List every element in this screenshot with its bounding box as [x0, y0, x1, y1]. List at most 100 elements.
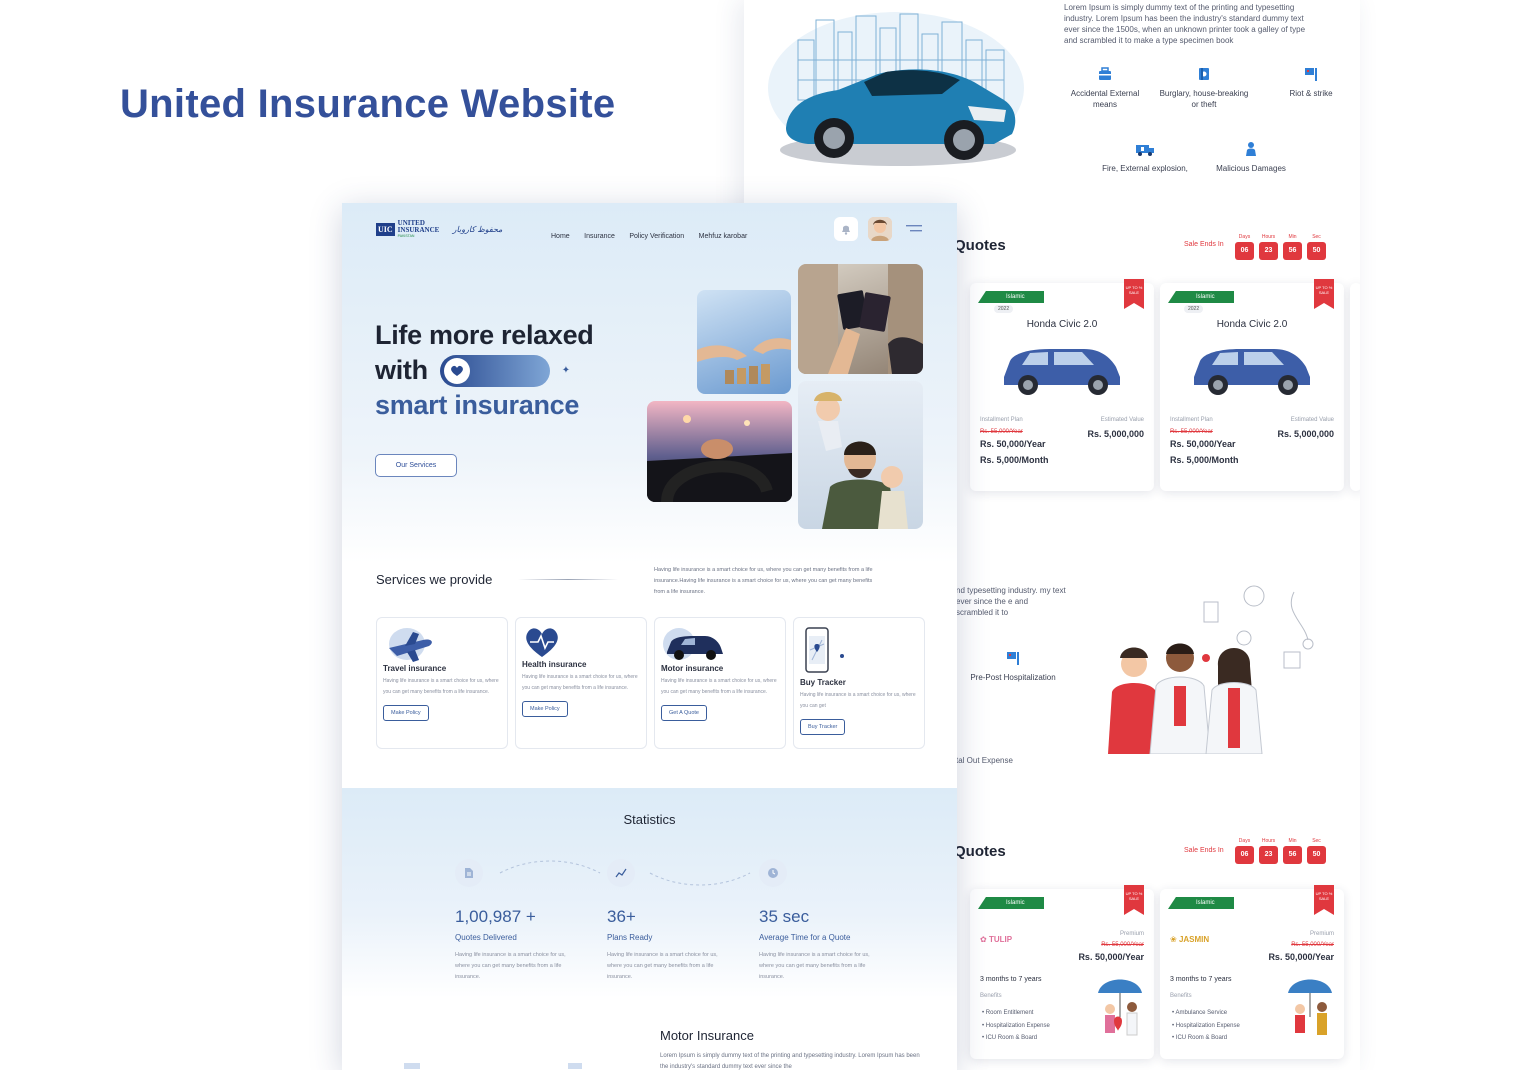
coverage-malicious: Malicious Damages [1206, 141, 1296, 174]
heart-badge [443, 357, 470, 384]
old-price: Rs. 55,000/Year [1101, 942, 1144, 948]
sale-countdown: Days 06 Hours 23 Min 56 Sec 50 [1235, 838, 1326, 864]
suv-car-icon [1194, 349, 1310, 395]
benefits-label: Benefits [980, 993, 1002, 999]
sale-ribbon: UP TO % SALE [1314, 279, 1334, 309]
service-card-motor[interactable]: Motor insurance Having life insurance is… [654, 617, 786, 749]
outpatient-label: tal Out Expense [956, 756, 1013, 765]
islamic-tag: Islamic [1168, 291, 1234, 303]
safe-icon [1199, 68, 1209, 80]
make-policy-button[interactable]: Make Policy [522, 701, 568, 717]
clock-icon [759, 859, 787, 887]
heart-icon [450, 365, 463, 376]
benefit-item: • ICU Room & Board [982, 1035, 1038, 1041]
estimated-value: Rs. 5,000,000 [1087, 429, 1144, 439]
premium-label: Premium [1309, 931, 1334, 937]
nav-insurance[interactable]: Insurance [584, 233, 615, 240]
father-children-image [814, 392, 908, 529]
urdu-logo-text: محفوظ کاروبار [452, 224, 503, 234]
premium-price: Rs. 50,000/Year [1078, 952, 1144, 962]
price-month: Rs. 5,000/Month [980, 455, 1049, 465]
hero-heading: Life more relaxed with ✦ smart insurance [375, 318, 594, 423]
coverage-label: Accidental External means [1070, 89, 1140, 109]
person-icon [1246, 142, 1256, 156]
family-photo [798, 381, 923, 529]
coverage-label: Riot & strike [1289, 89, 1333, 98]
tulip-logo: ✿ TULIP [980, 935, 1013, 944]
nav-home[interactable]: Home [551, 233, 570, 240]
hamburger-menu-icon[interactable] [906, 224, 922, 234]
make-policy-button[interactable]: Make Policy [383, 705, 429, 721]
sale-ribbon: UP TO % SALE [1124, 885, 1144, 915]
phone-map-icon [805, 627, 844, 673]
benefits-label: Benefits [1170, 993, 1192, 999]
estimated-value: Rs. 5,000,000 [1277, 429, 1334, 439]
service-description: Having life insurance is a smart choice … [800, 692, 916, 709]
nav-policy-verification[interactable]: Policy Verification [629, 233, 684, 240]
nav-mehfuz-karobar[interactable]: Mehfuz karobar [699, 233, 748, 240]
countdown-seconds: Sec 50 [1307, 234, 1326, 260]
sale-ends-label: Sale Ends In [1184, 847, 1224, 854]
car-icon [663, 628, 723, 660]
showcase-title: United Insurance Website [120, 82, 616, 126]
airplane-icon [389, 628, 432, 662]
coverage-accidental: Accidental External means [1060, 66, 1150, 110]
countdown-minutes: Min 56 [1283, 234, 1302, 260]
stat-time: 35 sec Average Time for a Quote Having l… [759, 859, 871, 983]
price-year: Rs. 50,000/Year [980, 439, 1046, 449]
home-page: UIC UNITED INSURANCE PAKISTAN محفوظ کارو… [342, 203, 957, 1070]
premium-label: Premium [1119, 931, 1144, 937]
service-title: Health insurance [522, 660, 587, 669]
health-intro-text: nd typesetting industry. my text ever si… [956, 586, 1066, 617]
buy-tracker-button[interactable]: Buy Tracker [800, 719, 846, 735]
steering-wheel-image [647, 415, 792, 502]
service-card-tracker[interactable]: Buy Tracker Having life insurance is a s… [793, 617, 925, 749]
countdown-days: Days 06 [1235, 234, 1254, 260]
brand-logo[interactable]: UIC UNITED INSURANCE PAKISTAN محفوظ کارو… [376, 220, 502, 238]
health-quote-card[interactable]: Islamic UP TO % SALE ✿ TULIP Premium Rs.… [970, 885, 1154, 1059]
installment-label: Installment Plan [1170, 417, 1213, 423]
countdown-minutes: Min 56 [1283, 838, 1302, 864]
get-a-quote-button[interactable]: Get A Quote [661, 705, 707, 721]
old-price: Rs. 55,000/Year [980, 429, 1023, 435]
services-description: Having life insurance is a smart choice … [654, 567, 873, 595]
quotes-title: Quotes [954, 237, 1006, 254]
notification-button[interactable] [834, 217, 858, 241]
benefit-item: • Room Entitlement [982, 1010, 1034, 1016]
motor-insurance-title: Motor Insurance [660, 1028, 754, 1043]
stat-label: Plans Ready [607, 933, 653, 942]
benefit-item: • Ambulance Service [1172, 1010, 1228, 1016]
health-quote-card[interactable]: Islamic UP TO % SALE ❀ JASMIN Premium Rs… [1160, 885, 1344, 1059]
motor-icon-stub [568, 1063, 582, 1069]
car-quote-card[interactable]: Islamic 2022 UP TO % SALE Honda Civic 2.… [970, 279, 1154, 491]
islamic-tag: Islamic [978, 291, 1044, 303]
countdown-days: Days 06 [1235, 838, 1254, 864]
service-card-travel[interactable]: Travel insurance Having life insurance i… [376, 617, 508, 749]
premium-price: Rs. 50,000/Year [1268, 952, 1334, 962]
title-divider [518, 579, 618, 580]
statistics-title: Statistics [623, 812, 676, 827]
benefits-list: • Room Entitlement • Hospitalization Exp… [982, 1007, 1050, 1045]
passport-photo [798, 264, 923, 374]
model-year: 2022 [1184, 305, 1204, 313]
stat-plans: 36+ Plans Ready Having life insurance is… [607, 859, 719, 983]
stat-label: Quotes Delivered [455, 933, 517, 942]
old-price: Rs. 55,000/Year [1170, 429, 1213, 435]
countdown-hours: Hours 23 [1259, 234, 1278, 260]
car-quote-card[interactable]: Islamic 2022 UP TO % SALE Honda Civic 2.… [1160, 279, 1344, 491]
logo-text: UNITED INSURANCE PAKISTAN [397, 219, 440, 239]
countdown-hours: Hours 23 [1259, 838, 1278, 864]
sale-countdown: Days 06 Hours 23 Min 56 Sec 50 [1235, 234, 1326, 260]
service-card-health[interactable]: Health insurance Having life insurance i… [515, 617, 647, 749]
chart-icon [607, 859, 635, 887]
our-services-button[interactable]: Our Services [375, 454, 457, 477]
next-card-peek [1350, 283, 1360, 491]
passport-hands-image [798, 264, 923, 374]
coverage-burglary: Burglary, house-breaking or theft [1159, 66, 1249, 110]
benefits-list: • Ambulance Service • Hospitalization Ex… [1172, 1007, 1240, 1045]
flag-icon [1305, 68, 1317, 81]
main-nav: Home Insurance Policy Verification Mehfu… [551, 225, 757, 243]
avatar[interactable] [868, 217, 892, 241]
model-year: 2022 [994, 305, 1014, 313]
service-description: Having life insurance is a smart choice … [383, 678, 499, 695]
